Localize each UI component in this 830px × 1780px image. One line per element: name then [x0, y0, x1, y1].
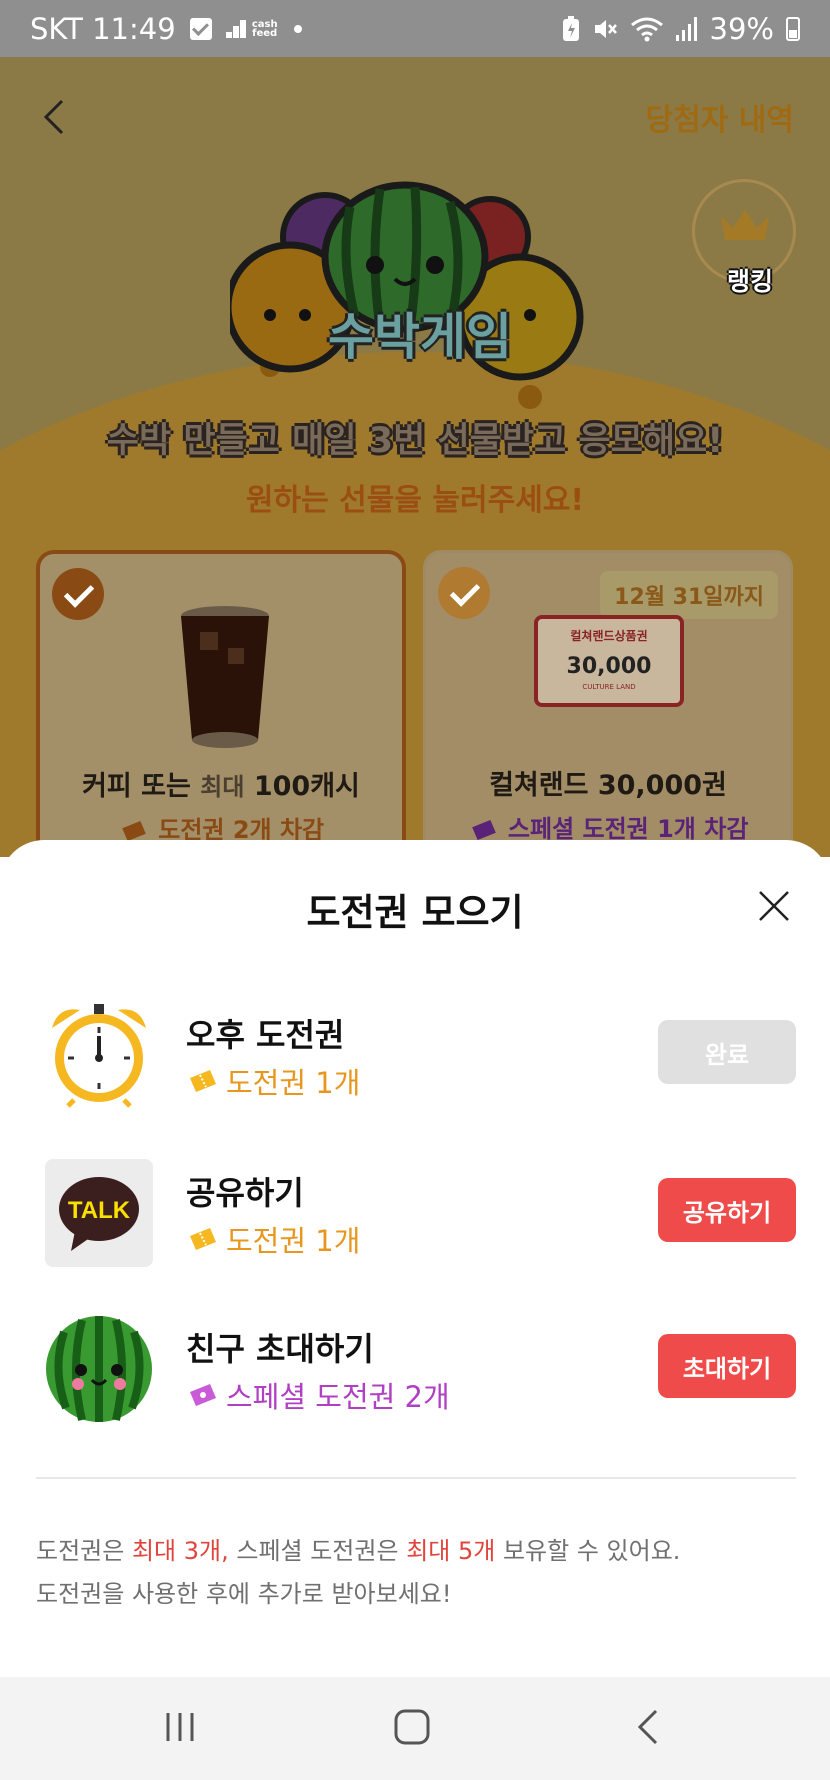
share-button[interactable]: 공유하기 — [658, 1178, 796, 1242]
winners-history-link[interactable]: 당첨자 내역 — [646, 95, 794, 139]
prize-name: 커피 또는 최대 100캐시 — [82, 771, 360, 802]
game-subhead: 원하는 선물을 눌러주세요! — [245, 483, 585, 518]
game-logo-title: 수박게임 — [328, 308, 512, 366]
cultureland-giftcard-image: 컬쳐랜드상품권 30,000 CULTURE LAND — [534, 615, 684, 707]
wifi-icon — [630, 17, 663, 41]
watermelon-icon — [46, 1316, 152, 1422]
prize-name: 컬쳐랜드 30,000권 — [489, 770, 727, 801]
notification-dot-icon — [293, 24, 302, 33]
invite-button[interactable]: 초대하기 — [658, 1334, 796, 1398]
signal-icon — [675, 16, 697, 41]
battery-icon — [786, 16, 800, 41]
back-arrow-icon[interactable] — [40, 97, 70, 137]
battery-percent: 39% — [709, 11, 774, 46]
ticket-icon — [190, 1228, 216, 1250]
game-screen-dimmed: 당첨자 내역 수박게임 랭킹 수박 만들고 매일 3번 선물받고 응모해요! 원… — [0, 57, 830, 857]
check-icon — [52, 568, 104, 620]
kakao-talk-icon: TALK — [45, 1159, 153, 1267]
talk-text: TALK — [68, 1197, 131, 1224]
check-icon — [438, 567, 490, 619]
ticket-icon — [122, 821, 146, 841]
task-title: 공유하기 — [186, 1174, 304, 1212]
close-icon[interactable] — [756, 888, 792, 924]
sheet-title: 도전권 모으기 — [306, 891, 524, 934]
cashfeed-label: cash feed — [251, 18, 278, 39]
ticket-limit-notice: 도전권은 최대 3개, 스페셜 도전권은 최대 5개 보유할 수 있어요. 도전… — [36, 1537, 681, 1608]
mute-icon — [594, 19, 617, 38]
task-title: 오후 도전권 — [186, 1016, 345, 1054]
task-reward: 도전권 1개 — [186, 1060, 360, 1102]
system-navigation-bar — [0, 1677, 830, 1780]
task-reward: 도전권 1개 — [186, 1218, 360, 1260]
iced-coffee-icon — [181, 606, 269, 748]
back-icon[interactable] — [628, 1707, 668, 1747]
collect-tickets-sheet: 도전권 모으기 오후 도전권 도전권 1개 완료 TALK 공유하기 도전권 1… — [0, 840, 830, 1677]
special-ticket-icon — [471, 820, 496, 840]
prize-cost: 스페셜 도전권 1개 차감 — [426, 809, 790, 844]
special-ticket-icon — [190, 1384, 216, 1406]
battery-saver-icon — [562, 15, 579, 41]
done-button[interactable]: 완료 — [658, 1020, 796, 1084]
home-icon[interactable] — [392, 1707, 432, 1747]
cashfeed-icon: cash feed — [225, 18, 280, 39]
crown-icon — [721, 210, 769, 240]
carrier-time: SKT 11:49 — [30, 11, 176, 46]
task-title: 친구 초대하기 — [186, 1330, 374, 1368]
ranking-label: 랭킹 — [726, 267, 773, 296]
prize-deadline-badge: 12월 31일까지 — [600, 571, 778, 619]
task-invite-friend: 친구 초대하기 스페셜 도전권 2개 초대하기 — [0, 1314, 830, 1434]
recent-apps-icon[interactable] — [160, 1707, 200, 1747]
divider — [36, 1477, 796, 1479]
game-headline: 수박 만들고 매일 3번 선물받고 응모해요! — [106, 421, 724, 461]
status-bar: SKT 11:49 cash feed 39% — [0, 0, 830, 57]
ticket-icon — [190, 1070, 216, 1092]
prize-card-coffee[interactable]: 커피 또는 최대 100캐시 도전권 2개 차감 — [36, 550, 406, 857]
alarm-clock-icon — [52, 1004, 146, 1108]
checkbox-notification-icon — [189, 17, 212, 40]
task-share: TALK 공유하기 도전권 1개 공유하기 — [0, 1158, 830, 1278]
task-afternoon-ticket: 오후 도전권 도전권 1개 완료 — [0, 1000, 830, 1120]
prize-card-cultureland[interactable]: 12월 31일까지 컬쳐랜드상품권 30,000 CULTURE LAND 컬쳐… — [423, 550, 793, 857]
task-reward: 스페셜 도전권 2개 — [186, 1374, 450, 1416]
